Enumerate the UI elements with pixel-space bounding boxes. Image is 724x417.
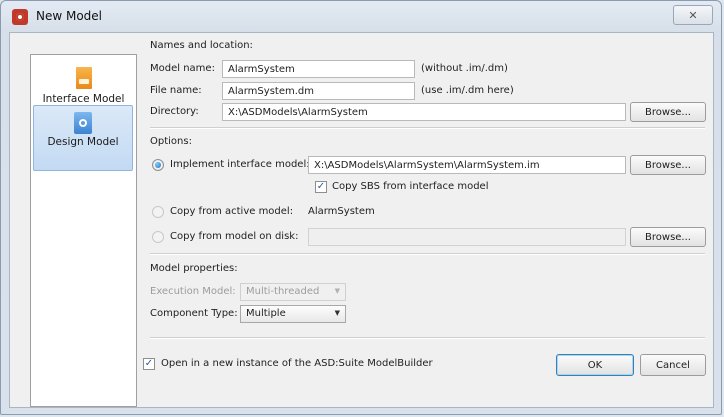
execution-model-value: Multi-threaded <box>246 286 320 297</box>
implement-interface-input[interactable] <box>308 156 626 174</box>
component-type-value: Multiple <box>246 308 286 319</box>
close-icon[interactable]: ✕ <box>673 5 713 25</box>
title-bar[interactable]: New Model ✕ <box>1 1 721 31</box>
copy-sbs-checkbox[interactable]: ✓ <box>315 181 327 193</box>
model-name-input[interactable] <box>222 60 415 78</box>
component-type-label: Component Type: <box>150 308 238 319</box>
copy-disk-browse-button[interactable]: Browse... <box>630 227 706 247</box>
implement-browse-button[interactable]: Browse... <box>630 155 706 175</box>
copy-active-radio[interactable] <box>152 206 164 218</box>
chevron-down-icon: ▼ <box>334 287 340 295</box>
cancel-button[interactable]: Cancel <box>640 354 706 376</box>
implement-interface-label: Implement interface model: <box>170 159 310 170</box>
names-section-title: Names and location: <box>150 40 253 51</box>
model-type-label: Interface Model <box>42 93 125 105</box>
separator <box>150 127 705 129</box>
file-name-label: File name: <box>150 85 202 96</box>
open-new-instance-label: Open in a new instance of the ASD:Suite … <box>161 358 433 369</box>
copy-disk-radio[interactable] <box>152 231 164 243</box>
implement-interface-radio[interactable] <box>152 159 164 171</box>
directory-label: Directory: <box>150 106 199 117</box>
copy-sbs-label: Copy SBS from interface model <box>332 181 489 192</box>
directory-browse-button[interactable]: Browse... <box>630 102 706 122</box>
model-type-label: Design Model <box>47 136 119 148</box>
window-title: New Model <box>36 9 103 23</box>
model-name-hint: (without .im/.dm) <box>421 63 508 74</box>
copy-disk-label: Copy from model on disk: <box>170 231 299 242</box>
dialog-body: Interface Model Design Model Names and l… <box>9 32 714 408</box>
new-model-dialog: New Model ✕ Interface Model Design Model… <box>0 0 722 415</box>
chevron-down-icon: ▼ <box>334 309 340 317</box>
model-type-interface[interactable]: Interface Model <box>31 61 136 105</box>
file-name-input[interactable] <box>222 82 415 100</box>
model-type-list[interactable]: Interface Model Design Model <box>30 54 137 407</box>
separator <box>150 337 705 339</box>
copy-active-label: Copy from active model: <box>170 206 294 217</box>
copy-disk-input[interactable] <box>308 228 626 246</box>
execution-model-select[interactable]: Multi-threaded ▼ <box>240 283 346 301</box>
app-icon <box>12 9 28 25</box>
open-new-instance-checkbox[interactable]: ✓ <box>143 358 155 370</box>
separator <box>150 253 705 255</box>
model-name-label: Model name: <box>150 63 215 74</box>
component-type-select[interactable]: Multiple ▼ <box>240 305 346 323</box>
file-name-hint: (use .im/.dm here) <box>421 85 514 96</box>
directory-input[interactable] <box>222 103 626 121</box>
properties-section-title: Model properties: <box>150 263 238 274</box>
copy-active-value: AlarmSystem <box>308 206 375 217</box>
interface-model-icon <box>75 67 92 89</box>
execution-model-label: Execution Model: <box>150 286 236 297</box>
options-section-title: Options: <box>150 136 192 147</box>
ok-button[interactable]: OK <box>556 354 634 376</box>
design-model-icon <box>74 112 92 134</box>
model-type-design[interactable]: Design Model <box>33 105 133 171</box>
